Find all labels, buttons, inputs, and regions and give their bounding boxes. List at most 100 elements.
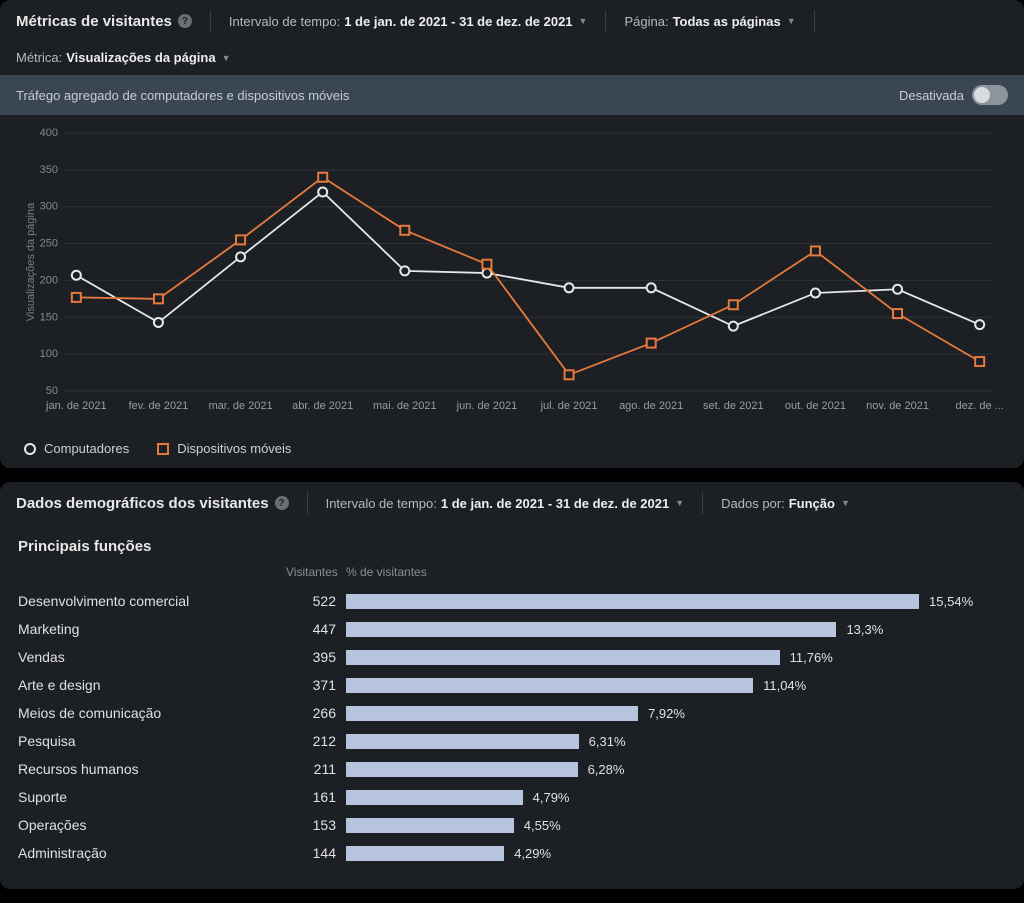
svg-text:mar. de 2021: mar. de 2021 <box>208 400 272 412</box>
svg-text:jan. de 2021: jan. de 2021 <box>45 400 107 412</box>
row-visitors: 144 <box>286 845 346 861</box>
filter-value: 1 de jan. de 2021 - 31 de dez. de 2021 <box>344 14 572 29</box>
col-visitors-header: Visitantes <box>286 565 346 579</box>
divider <box>210 10 211 32</box>
col-label-spacer <box>18 565 286 579</box>
row-label: Marketing <box>18 621 286 637</box>
row-bar-wrap: 11,04% <box>346 678 1006 693</box>
pageviews-line-chart: 50100150200250300350400Visualizações da … <box>16 127 1008 417</box>
row-pct: 15,54% <box>929 594 973 609</box>
row-pct: 13,3% <box>846 622 883 637</box>
row-label: Recursos humanos <box>18 761 286 777</box>
row-bar <box>346 622 836 637</box>
row-pct: 11,76% <box>790 650 833 665</box>
filter-label: Métrica: <box>16 50 62 65</box>
svg-text:300: 300 <box>40 201 58 213</box>
time-range-filter[interactable]: Intervalo de tempo: 1 de jan. de 2021 - … <box>229 14 588 29</box>
filter-value: Todas as páginas <box>673 14 781 29</box>
caret-down-icon: ▼ <box>675 498 684 508</box>
table-row: Operações1534,55% <box>18 811 1006 839</box>
help-icon[interactable]: ? <box>275 496 289 510</box>
row-pct: 4,29% <box>514 846 551 861</box>
demo-time-filter[interactable]: Intervalo de tempo: 1 de jan. de 2021 - … <box>326 496 685 511</box>
row-bar-wrap: 13,3% <box>346 622 1006 637</box>
table-row: Pesquisa212 6,31% <box>18 727 1006 755</box>
row-label: Meios de comunicação <box>18 705 286 721</box>
row-bar-wrap: 4,29% <box>346 846 1006 861</box>
svg-text:50: 50 <box>46 385 58 397</box>
toggle-state-label: Desativada <box>899 88 964 103</box>
caret-down-icon: ▼ <box>222 53 231 63</box>
legend-label: Computadores <box>44 441 129 456</box>
circle-marker-icon <box>24 443 36 455</box>
row-pct: 11,04% <box>763 678 806 693</box>
col-pct-header: % de visitantes <box>346 565 1006 579</box>
row-bar <box>346 846 504 861</box>
row-label: Suporte <box>18 789 286 805</box>
chart-area: 50100150200250300350400Visualizações da … <box>0 115 1024 433</box>
filter-value: Visualizações da página <box>66 50 215 65</box>
svg-text:400: 400 <box>40 127 58 139</box>
table-row: Marketing44713,3% <box>18 615 1006 643</box>
row-bar <box>346 818 514 833</box>
legend-label: Dispositivos móveis <box>177 441 291 456</box>
page-filter[interactable]: Página: Todas as páginas ▼ <box>624 14 795 29</box>
row-bar-wrap: 6,28% <box>346 762 1006 777</box>
caret-down-icon: ▼ <box>841 498 850 508</box>
row-visitors: 212 <box>286 733 346 749</box>
row-bar-wrap: 6,31% <box>346 734 1006 749</box>
row-bar <box>346 678 753 693</box>
row-pct: 6,31% <box>589 734 626 749</box>
row-bar <box>346 706 638 721</box>
table-row: Arte e design37111,04% <box>18 671 1006 699</box>
row-bar <box>346 734 579 749</box>
aggregate-traffic-bar: Tráfego agregado de computadores e dispo… <box>0 75 1024 115</box>
row-bar-wrap: 11,76% <box>346 650 1006 665</box>
row-visitors: 371 <box>286 677 346 693</box>
demo-by-filter[interactable]: Dados por: Função ▼ <box>721 496 850 511</box>
aggregate-toggle[interactable] <box>972 85 1008 105</box>
legend-desktop[interactable]: Computadores <box>24 441 129 456</box>
table-row: Vendas39511,76% <box>18 643 1006 671</box>
metric-filter[interactable]: Métrica: Visualizações da página ▼ <box>16 50 230 65</box>
demographics-rows: Desenvolvimento comercial52215,54%Market… <box>18 587 1006 867</box>
svg-text:Visualizações da página: Visualizações da página <box>25 202 37 321</box>
svg-text:250: 250 <box>40 238 58 250</box>
divider <box>702 492 703 514</box>
row-visitors: 522 <box>286 593 346 609</box>
svg-text:mai. de 2021: mai. de 2021 <box>373 400 437 412</box>
row-bar <box>346 790 523 805</box>
chart-legend: Computadores Dispositivos móveis <box>0 433 1024 468</box>
demographics-subtitle: Principais funções <box>18 538 1006 555</box>
row-label: Pesquisa <box>18 733 286 749</box>
legend-mobile[interactable]: Dispositivos móveis <box>157 441 291 456</box>
svg-text:100: 100 <box>40 348 58 360</box>
table-row: Meios de comunicação2667,92% <box>18 699 1006 727</box>
filter-label: Página: <box>624 14 668 29</box>
visitor-metrics-panel: Métricas de visitantes ? Intervalo de te… <box>0 0 1024 468</box>
row-label: Administração <box>18 845 286 861</box>
svg-text:abr. de 2021: abr. de 2021 <box>292 400 353 412</box>
filter-value: Função <box>789 496 835 511</box>
filter-label: Dados por: <box>721 496 785 511</box>
visitor-demographics-panel: Dados demográficos dos visitantes ? Inte… <box>0 482 1024 889</box>
filter-value: 1 de jan. de 2021 - 31 de dez. de 2021 <box>441 496 669 511</box>
demographics-columns: Visitantes % de visitantes <box>18 565 1006 579</box>
table-row: Suporte1614,79% <box>18 783 1006 811</box>
filter-label: Intervalo de tempo: <box>326 496 437 511</box>
row-visitors: 211 <box>286 761 346 777</box>
square-marker-icon <box>157 443 169 455</box>
row-visitors: 161 <box>286 789 346 805</box>
svg-text:200: 200 <box>40 274 58 286</box>
aggregate-toggle-wrap: Desativada <box>899 85 1008 105</box>
row-bar <box>346 594 919 609</box>
row-pct: 4,55% <box>524 818 561 833</box>
svg-text:out. de 2021: out. de 2021 <box>785 400 846 412</box>
svg-text:350: 350 <box>40 164 58 176</box>
row-pct: 7,92% <box>648 706 685 721</box>
row-bar-wrap: 4,79% <box>346 790 1006 805</box>
caret-down-icon: ▼ <box>787 16 796 26</box>
help-icon[interactable]: ? <box>178 14 192 28</box>
svg-text:ago. de 2021: ago. de 2021 <box>619 400 683 412</box>
demographics-header: Dados demográficos dos visitantes ? Inte… <box>0 482 1024 524</box>
